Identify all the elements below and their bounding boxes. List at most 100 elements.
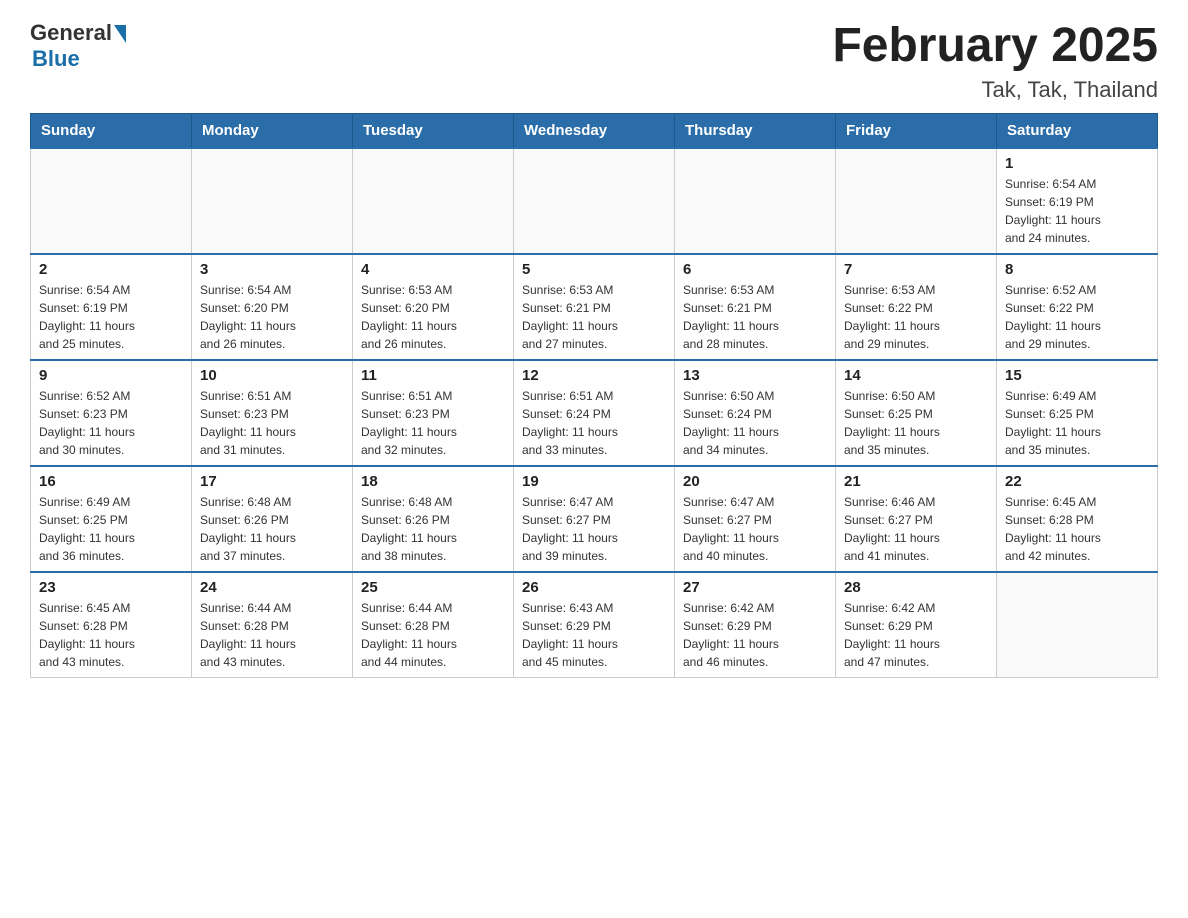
calendar-cell: 7 Sunrise: 6:53 AMSunset: 6:22 PMDaylight… bbox=[836, 254, 997, 360]
logo-general-text: General bbox=[30, 20, 112, 46]
calendar-cell: 24 Sunrise: 6:44 AMSunset: 6:28 PMDayligh… bbox=[192, 572, 353, 678]
day-info: Sunrise: 6:53 AMSunset: 6:21 PMDaylight:… bbox=[683, 281, 827, 353]
calendar-cell: 21 Sunrise: 6:46 AMSunset: 6:27 PMDayligh… bbox=[836, 466, 997, 572]
calendar-cell: 15Sunrise: 6:49 AMSunset: 6:25 PMDayligh… bbox=[997, 360, 1158, 466]
calendar-cell: 27 Sunrise: 6:42 AMSunset: 6:29 PMDayligh… bbox=[675, 572, 836, 678]
day-number: 8 bbox=[1005, 261, 1149, 278]
day-info: Sunrise: 6:54 AMSunset: 6:19 PMDaylight:… bbox=[1005, 175, 1149, 247]
day-number: 10 bbox=[200, 367, 344, 384]
day-info: Sunrise: 6:44 AMSunset: 6:28 PMDaylight:… bbox=[361, 599, 505, 671]
calendar-cell bbox=[997, 572, 1158, 678]
logo-triangle-icon bbox=[114, 25, 126, 43]
calendar-cell: 19 Sunrise: 6:47 AMSunset: 6:27 PMDayligh… bbox=[514, 466, 675, 572]
calendar-cell: 12 Sunrise: 6:51 AMSunset: 6:24 PMDayligh… bbox=[514, 360, 675, 466]
calendar-cell: 23 Sunrise: 6:45 AMSunset: 6:28 PMDayligh… bbox=[31, 572, 192, 678]
day-number: 14 bbox=[844, 367, 988, 384]
day-number: 25 bbox=[361, 579, 505, 596]
calendar-cell bbox=[192, 148, 353, 254]
day-number: 12 bbox=[522, 367, 666, 384]
calendar-cell: 4 Sunrise: 6:53 AMSunset: 6:20 PMDaylight… bbox=[353, 254, 514, 360]
day-info: Sunrise: 6:46 AMSunset: 6:27 PMDaylight:… bbox=[844, 493, 988, 565]
month-title: February 2025 bbox=[832, 20, 1158, 73]
calendar-cell: 22 Sunrise: 6:45 AMSunset: 6:28 PMDayligh… bbox=[997, 466, 1158, 572]
day-info: Sunrise: 6:42 AMSunset: 6:29 PMDaylight:… bbox=[683, 599, 827, 671]
location-text: Tak, Tak, Thailand bbox=[832, 77, 1158, 103]
day-info: Sunrise: 6:47 AMSunset: 6:27 PMDaylight:… bbox=[522, 493, 666, 565]
day-number: 3 bbox=[200, 261, 344, 278]
day-number: 15 bbox=[1005, 367, 1149, 384]
title-area: February 2025 Tak, Tak, Thailand bbox=[832, 20, 1158, 103]
day-info: Sunrise: 6:45 AMSunset: 6:28 PMDaylight:… bbox=[39, 599, 183, 671]
day-info: Sunrise: 6:44 AMSunset: 6:28 PMDaylight:… bbox=[200, 599, 344, 671]
day-of-week-header: Monday bbox=[192, 113, 353, 148]
day-info: Sunrise: 6:52 AMSunset: 6:23 PMDaylight:… bbox=[39, 387, 183, 459]
calendar-cell: 18 Sunrise: 6:48 AMSunset: 6:26 PMDayligh… bbox=[353, 466, 514, 572]
calendar-cell: 3 Sunrise: 6:54 AMSunset: 6:20 PMDaylight… bbox=[192, 254, 353, 360]
calendar-cell bbox=[31, 148, 192, 254]
day-of-week-header: Saturday bbox=[997, 113, 1158, 148]
calendar-cell: 5 Sunrise: 6:53 AMSunset: 6:21 PMDaylight… bbox=[514, 254, 675, 360]
day-number: 4 bbox=[361, 261, 505, 278]
day-info: Sunrise: 6:48 AMSunset: 6:26 PMDaylight:… bbox=[361, 493, 505, 565]
day-info: Sunrise: 6:53 AMSunset: 6:20 PMDaylight:… bbox=[361, 281, 505, 353]
calendar-cell: 16 Sunrise: 6:49 AMSunset: 6:25 PMDayligh… bbox=[31, 466, 192, 572]
calendar-week-row: 23 Sunrise: 6:45 AMSunset: 6:28 PMDayligh… bbox=[31, 572, 1158, 678]
calendar-week-row: 9 Sunrise: 6:52 AMSunset: 6:23 PMDaylight… bbox=[31, 360, 1158, 466]
day-info: Sunrise: 6:45 AMSunset: 6:28 PMDaylight:… bbox=[1005, 493, 1149, 565]
day-number: 23 bbox=[39, 579, 183, 596]
day-number: 13 bbox=[683, 367, 827, 384]
calendar-cell: 26 Sunrise: 6:43 AMSunset: 6:29 PMDayligh… bbox=[514, 572, 675, 678]
day-info: Sunrise: 6:53 AMSunset: 6:21 PMDaylight:… bbox=[522, 281, 666, 353]
calendar-cell: 10Sunrise: 6:51 AMSunset: 6:23 PMDayligh… bbox=[192, 360, 353, 466]
day-number: 9 bbox=[39, 367, 183, 384]
day-number: 27 bbox=[683, 579, 827, 596]
day-number: 26 bbox=[522, 579, 666, 596]
calendar-cell: 20 Sunrise: 6:47 AMSunset: 6:27 PMDayligh… bbox=[675, 466, 836, 572]
day-info: Sunrise: 6:52 AMSunset: 6:22 PMDaylight:… bbox=[1005, 281, 1149, 353]
day-info: Sunrise: 6:50 AMSunset: 6:25 PMDaylight:… bbox=[844, 387, 988, 459]
calendar-cell: 2 Sunrise: 6:54 AMSunset: 6:19 PMDaylight… bbox=[31, 254, 192, 360]
day-info: Sunrise: 6:53 AMSunset: 6:22 PMDaylight:… bbox=[844, 281, 988, 353]
day-number: 18 bbox=[361, 473, 505, 490]
calendar-cell: 25 Sunrise: 6:44 AMSunset: 6:28 PMDayligh… bbox=[353, 572, 514, 678]
calendar-cell: 9 Sunrise: 6:52 AMSunset: 6:23 PMDaylight… bbox=[31, 360, 192, 466]
day-number: 2 bbox=[39, 261, 183, 278]
page-header: General Blue February 2025 Tak, Tak, Tha… bbox=[30, 20, 1158, 103]
day-info: Sunrise: 6:42 AMSunset: 6:29 PMDaylight:… bbox=[844, 599, 988, 671]
day-number: 19 bbox=[522, 473, 666, 490]
calendar-cell bbox=[514, 148, 675, 254]
logo: General Blue bbox=[30, 20, 126, 72]
day-number: 5 bbox=[522, 261, 666, 278]
calendar-cell: 28 Sunrise: 6:42 AMSunset: 6:29 PMDayligh… bbox=[836, 572, 997, 678]
day-of-week-header: Friday bbox=[836, 113, 997, 148]
day-number: 28 bbox=[844, 579, 988, 596]
calendar-week-row: 16 Sunrise: 6:49 AMSunset: 6:25 PMDayligh… bbox=[31, 466, 1158, 572]
day-info: Sunrise: 6:54 AMSunset: 6:19 PMDaylight:… bbox=[39, 281, 183, 353]
day-info: Sunrise: 6:49 AMSunset: 6:25 PMDaylight:… bbox=[39, 493, 183, 565]
logo-blue-text: Blue bbox=[32, 46, 80, 72]
day-number: 7 bbox=[844, 261, 988, 278]
day-info: Sunrise: 6:51 AMSunset: 6:24 PMDaylight:… bbox=[522, 387, 666, 459]
day-number: 17 bbox=[200, 473, 344, 490]
calendar-cell: 6 Sunrise: 6:53 AMSunset: 6:21 PMDaylight… bbox=[675, 254, 836, 360]
calendar-week-row: 2 Sunrise: 6:54 AMSunset: 6:19 PMDaylight… bbox=[31, 254, 1158, 360]
calendar-cell bbox=[836, 148, 997, 254]
day-number: 22 bbox=[1005, 473, 1149, 490]
calendar-cell: 14 Sunrise: 6:50 AMSunset: 6:25 PMDayligh… bbox=[836, 360, 997, 466]
day-of-week-header: Wednesday bbox=[514, 113, 675, 148]
day-of-week-header: Thursday bbox=[675, 113, 836, 148]
calendar-cell: 1Sunrise: 6:54 AMSunset: 6:19 PMDaylight… bbox=[997, 148, 1158, 254]
calendar-table: SundayMondayTuesdayWednesdayThursdayFrid… bbox=[30, 113, 1158, 678]
day-number: 16 bbox=[39, 473, 183, 490]
day-of-week-header: Tuesday bbox=[353, 113, 514, 148]
day-info: Sunrise: 6:54 AMSunset: 6:20 PMDaylight:… bbox=[200, 281, 344, 353]
day-info: Sunrise: 6:43 AMSunset: 6:29 PMDaylight:… bbox=[522, 599, 666, 671]
day-info: Sunrise: 6:50 AMSunset: 6:24 PMDaylight:… bbox=[683, 387, 827, 459]
day-number: 24 bbox=[200, 579, 344, 596]
day-number: 6 bbox=[683, 261, 827, 278]
day-info: Sunrise: 6:47 AMSunset: 6:27 PMDaylight:… bbox=[683, 493, 827, 565]
day-info: Sunrise: 6:51 AMSunset: 6:23 PMDaylight:… bbox=[361, 387, 505, 459]
day-number: 21 bbox=[844, 473, 988, 490]
day-number: 20 bbox=[683, 473, 827, 490]
day-of-week-header: Sunday bbox=[31, 113, 192, 148]
